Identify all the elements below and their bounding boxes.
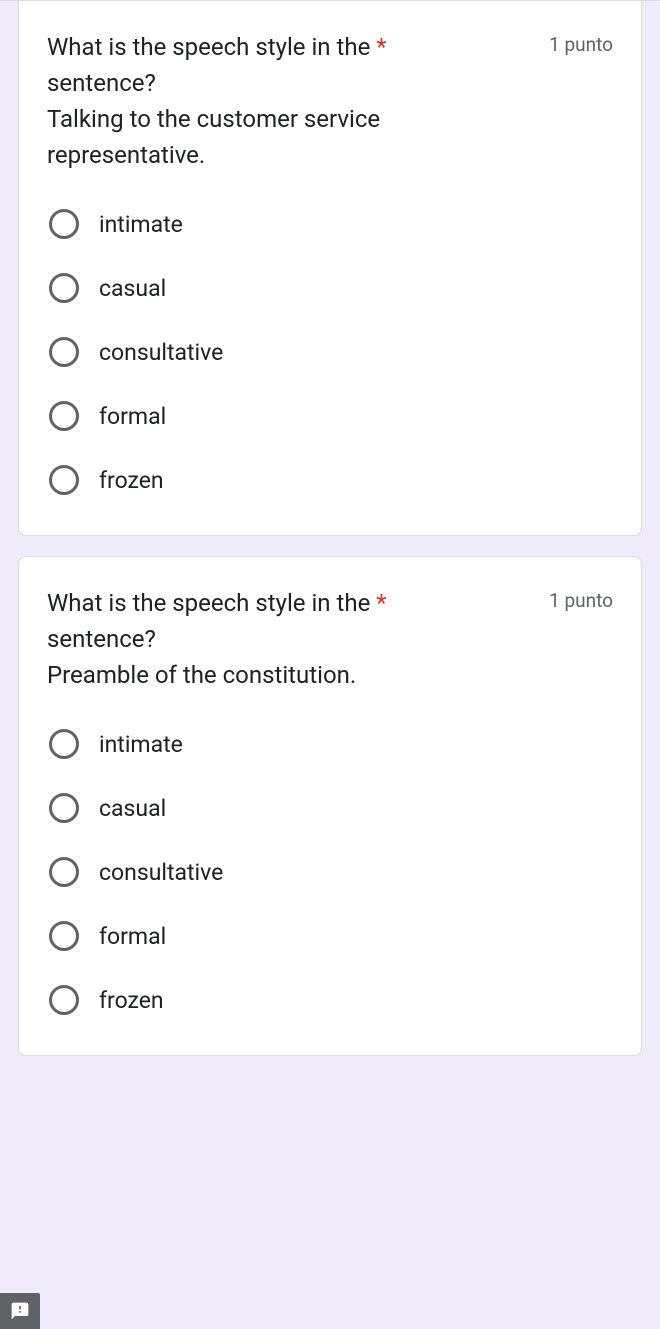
option-consultative[interactable]: consultative	[47, 857, 613, 887]
option-label: formal	[99, 923, 166, 950]
question-line2: Talking to the customer service represen…	[47, 105, 380, 169]
option-intimate[interactable]: intimate	[47, 729, 613, 759]
options-list: intimate casual consultative formal froz…	[47, 209, 613, 495]
option-casual[interactable]: casual	[47, 793, 613, 823]
option-intimate[interactable]: intimate	[47, 209, 613, 239]
radio-icon	[49, 273, 79, 303]
question-line1: What is the speech style in the	[47, 33, 376, 61]
option-formal[interactable]: formal	[47, 921, 613, 951]
radio-icon	[49, 921, 79, 951]
option-consultative[interactable]: consultative	[47, 337, 613, 367]
question-card-2: What is the speech style in the * senten…	[18, 556, 642, 1056]
required-asterisk: *	[376, 33, 386, 61]
option-label: intimate	[99, 731, 183, 758]
option-label: frozen	[99, 987, 164, 1014]
option-label: casual	[99, 795, 166, 822]
option-label: consultative	[99, 339, 223, 366]
option-label: frozen	[99, 467, 164, 494]
points-label: 1 punto	[549, 589, 613, 612]
radio-icon	[49, 857, 79, 887]
radio-icon	[49, 793, 79, 823]
option-label: casual	[99, 275, 166, 302]
radio-icon	[49, 465, 79, 495]
option-label: formal	[99, 403, 166, 430]
options-list: intimate casual consultative formal froz…	[47, 729, 613, 1015]
radio-icon	[49, 209, 79, 239]
option-frozen[interactable]: frozen	[47, 465, 613, 495]
required-asterisk: *	[376, 589, 386, 617]
radio-icon	[49, 729, 79, 759]
question-line1: What is the speech style in the	[47, 589, 376, 617]
radio-icon	[49, 985, 79, 1015]
question-header: What is the speech style in the * senten…	[47, 585, 613, 693]
radio-icon	[49, 401, 79, 431]
question-sentence-word: sentence?	[47, 625, 156, 653]
option-formal[interactable]: formal	[47, 401, 613, 431]
question-header: What is the speech style in the * senten…	[47, 29, 613, 173]
question-card-1: What is the speech style in the * senten…	[18, 1, 642, 536]
question-text: What is the speech style in the * senten…	[47, 585, 539, 693]
option-frozen[interactable]: frozen	[47, 985, 613, 1015]
question-text: What is the speech style in the * senten…	[47, 29, 539, 173]
question-sentence-word: sentence?	[47, 69, 156, 97]
question-line2: Preamble of the constitution.	[47, 661, 356, 689]
points-label: 1 punto	[549, 33, 613, 56]
report-icon	[10, 1301, 30, 1321]
option-label: intimate	[99, 211, 183, 238]
option-label: consultative	[99, 859, 223, 886]
option-casual[interactable]: casual	[47, 273, 613, 303]
report-button[interactable]	[0, 1293, 40, 1329]
radio-icon	[49, 337, 79, 367]
